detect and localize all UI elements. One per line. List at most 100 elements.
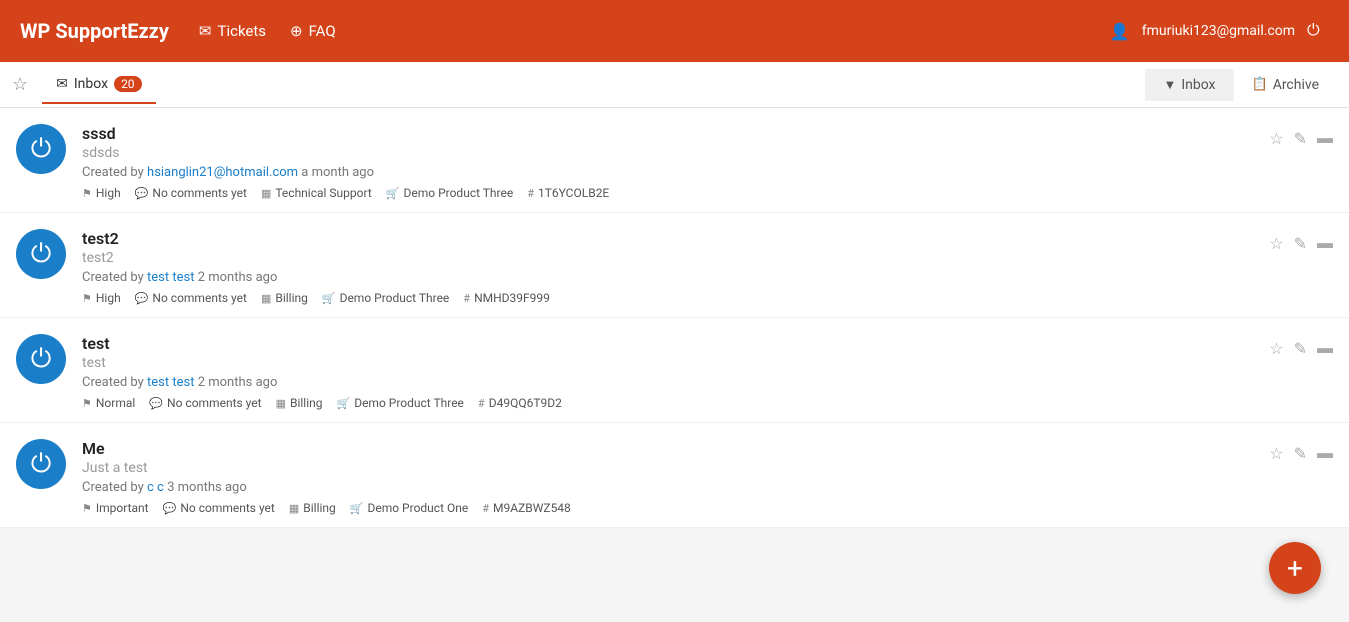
ticket-product: 🛒 Demo Product Three bbox=[322, 291, 449, 305]
logout-icon[interactable]: ⏻ bbox=[1307, 20, 1329, 42]
ticket-edit-icon[interactable]: ✎ bbox=[1294, 444, 1307, 463]
hash-icon: # bbox=[478, 397, 485, 410]
product-label: Demo Product Three bbox=[403, 186, 513, 200]
flag-icon: ⚑ bbox=[82, 292, 92, 305]
archive-icon: 📋 bbox=[1252, 77, 1268, 92]
ticket-edit-icon[interactable]: ✎ bbox=[1294, 129, 1307, 148]
ticket-edit-icon[interactable]: ✎ bbox=[1294, 234, 1307, 253]
ticket-actions: ☆ ✎ ▬ bbox=[1269, 229, 1333, 253]
filter-inbox-tab[interactable]: ▼ Inbox bbox=[1145, 69, 1233, 101]
comment-icon: 💬 bbox=[149, 397, 163, 410]
flag-icon: ⚑ bbox=[82, 397, 92, 410]
ticket-subtitle: test2 bbox=[82, 250, 1257, 266]
ticket-category: ▦ Technical Support bbox=[261, 186, 372, 200]
comments-label: No comments yet bbox=[152, 186, 247, 200]
ticket-comments: 💬 No comments yet bbox=[135, 291, 247, 305]
cart-icon: 🛒 bbox=[350, 502, 364, 515]
ticket-content: test2 test2 Created by test test 2 month… bbox=[82, 229, 1257, 305]
filter-tabs: ▼ Inbox 📋 Archive bbox=[1145, 69, 1337, 101]
ticket-title: test bbox=[82, 334, 1257, 353]
nav-faq[interactable]: ⊕ FAQ bbox=[290, 22, 336, 40]
ticket-content: test test Created by test test 2 months … bbox=[82, 334, 1257, 410]
ticket-content: sssd sdsds Created by hsianglin21@hotmai… bbox=[82, 124, 1257, 200]
ticket-priority: ⚑ Normal bbox=[82, 396, 135, 410]
inbox-tab[interactable]: ✉ Inbox 20 bbox=[42, 66, 155, 104]
comments-label: No comments yet bbox=[152, 291, 247, 305]
avatar-power-icon: ⏻ bbox=[31, 344, 52, 375]
ticket-tags: ⚑ High 💬 No comments yet ▦ Technical Sup… bbox=[82, 186, 1257, 200]
ticket-id-tag: # D49QQ6T9D2 bbox=[478, 396, 562, 410]
ticket-author-link[interactable]: test test bbox=[147, 375, 194, 390]
ticket-comments: 💬 No comments yet bbox=[163, 501, 275, 515]
ticket-priority: ⚑ High bbox=[82, 291, 121, 305]
category-icon: ▦ bbox=[289, 502, 299, 515]
hash-icon: # bbox=[463, 292, 470, 305]
filter-inbox-label: Inbox bbox=[1181, 77, 1215, 93]
comments-label: No comments yet bbox=[167, 396, 262, 410]
ticket-product: 🛒 Demo Product Three bbox=[386, 186, 513, 200]
avatar-power-icon: ⏻ bbox=[31, 134, 52, 165]
category-icon: ▦ bbox=[261, 292, 271, 305]
priority-label: Important bbox=[96, 501, 149, 515]
ticket-id-tag: # M9AZBWZ548 bbox=[482, 501, 571, 515]
priority-label: High bbox=[96, 186, 121, 200]
ticket-id-tag: # 1T6YCOLB2E bbox=[527, 186, 609, 200]
ticket-row[interactable]: ⏻ test2 test2 Created by test test 2 mon… bbox=[0, 213, 1349, 318]
priority-label: Normal bbox=[96, 396, 135, 410]
category-label: Billing bbox=[290, 396, 323, 410]
ticket-archive-icon[interactable]: ▬ bbox=[1317, 128, 1333, 148]
ticket-id-label: NMHD39F999 bbox=[474, 291, 550, 305]
ticket-tags: ⚑ Important 💬 No comments yet ▦ Billing … bbox=[82, 501, 1257, 515]
ticket-star-icon[interactable]: ☆ bbox=[1269, 234, 1283, 253]
tickets-icon: ✉ bbox=[199, 22, 212, 40]
cart-icon: 🛒 bbox=[386, 187, 400, 200]
ticket-star-icon[interactable]: ☆ bbox=[1269, 444, 1283, 463]
ticket-avatar: ⏻ bbox=[16, 334, 66, 384]
user-icon: 👤 bbox=[1110, 22, 1130, 41]
ticket-title: test2 bbox=[82, 229, 1257, 248]
header-user: 👤 fmuriuki123@gmail.com ⏻ bbox=[1110, 20, 1329, 42]
ticket-star-icon[interactable]: ☆ bbox=[1269, 129, 1283, 148]
ticket-id-label: 1T6YCOLB2E bbox=[538, 186, 609, 200]
ticket-avatar: ⏻ bbox=[16, 439, 66, 489]
app-logo: WP SupportEzzy bbox=[20, 19, 169, 43]
ticket-meta-created: Created by test test 2 months ago bbox=[82, 375, 1257, 390]
ticket-row[interactable]: ⏻ sssd sdsds Created by hsianglin21@hotm… bbox=[0, 108, 1349, 213]
ticket-row[interactable]: ⏻ test test Created by test test 2 month… bbox=[0, 318, 1349, 423]
nav-faq-label: FAQ bbox=[309, 22, 336, 40]
star-icon[interactable]: ☆ bbox=[12, 74, 28, 95]
ticket-archive-icon[interactable]: ▬ bbox=[1317, 338, 1333, 358]
ticket-id-label: M9AZBWZ548 bbox=[493, 501, 571, 515]
ticket-priority: ⚑ High bbox=[82, 186, 121, 200]
ticket-archive-icon[interactable]: ▬ bbox=[1317, 233, 1333, 253]
category-label: Billing bbox=[303, 501, 336, 515]
ticket-actions: ☆ ✎ ▬ bbox=[1269, 334, 1333, 358]
ticket-meta-created: Created by test test 2 months ago bbox=[82, 270, 1257, 285]
ticket-category: ▦ Billing bbox=[276, 396, 323, 410]
ticket-priority: ⚑ Important bbox=[82, 501, 149, 515]
ticket-star-icon[interactable]: ☆ bbox=[1269, 339, 1283, 358]
nav-tickets-label: Tickets bbox=[218, 22, 267, 40]
ticket-id-tag: # NMHD39F999 bbox=[463, 291, 550, 305]
ticket-category: ▦ Billing bbox=[261, 291, 308, 305]
ticket-author-link[interactable]: c c bbox=[147, 480, 164, 495]
avatar-power-icon: ⏻ bbox=[31, 239, 52, 270]
category-label: Billing bbox=[275, 291, 308, 305]
inbox-envelope-icon: ✉ bbox=[56, 76, 68, 92]
ticket-archive-icon[interactable]: ▬ bbox=[1317, 443, 1333, 463]
ticket-subtitle: test bbox=[82, 355, 1257, 371]
ticket-author-link[interactable]: test test bbox=[147, 270, 194, 285]
ticket-author-link[interactable]: hsianglin21@hotmail.com bbox=[147, 165, 298, 180]
ticket-title: sssd bbox=[82, 124, 1257, 143]
subheader: ☆ ✉ Inbox 20 ▼ Inbox 📋 Archive bbox=[0, 62, 1349, 108]
ticket-row[interactable]: ⏻ Me Just a test Created by c c 3 months… bbox=[0, 423, 1349, 528]
category-label: Technical Support bbox=[275, 186, 371, 200]
ticket-edit-icon[interactable]: ✎ bbox=[1294, 339, 1307, 358]
filter-archive-tab[interactable]: 📋 Archive bbox=[1234, 69, 1338, 101]
ticket-meta-created: Created by hsianglin21@hotmail.com a mon… bbox=[82, 165, 1257, 180]
nav-tickets[interactable]: ✉ Tickets bbox=[199, 22, 266, 40]
new-ticket-fab[interactable]: + bbox=[1269, 542, 1321, 594]
inbox-tab-label: Inbox bbox=[74, 76, 108, 92]
inbox-badge: 20 bbox=[114, 76, 142, 92]
ticket-actions: ☆ ✎ ▬ bbox=[1269, 124, 1333, 148]
